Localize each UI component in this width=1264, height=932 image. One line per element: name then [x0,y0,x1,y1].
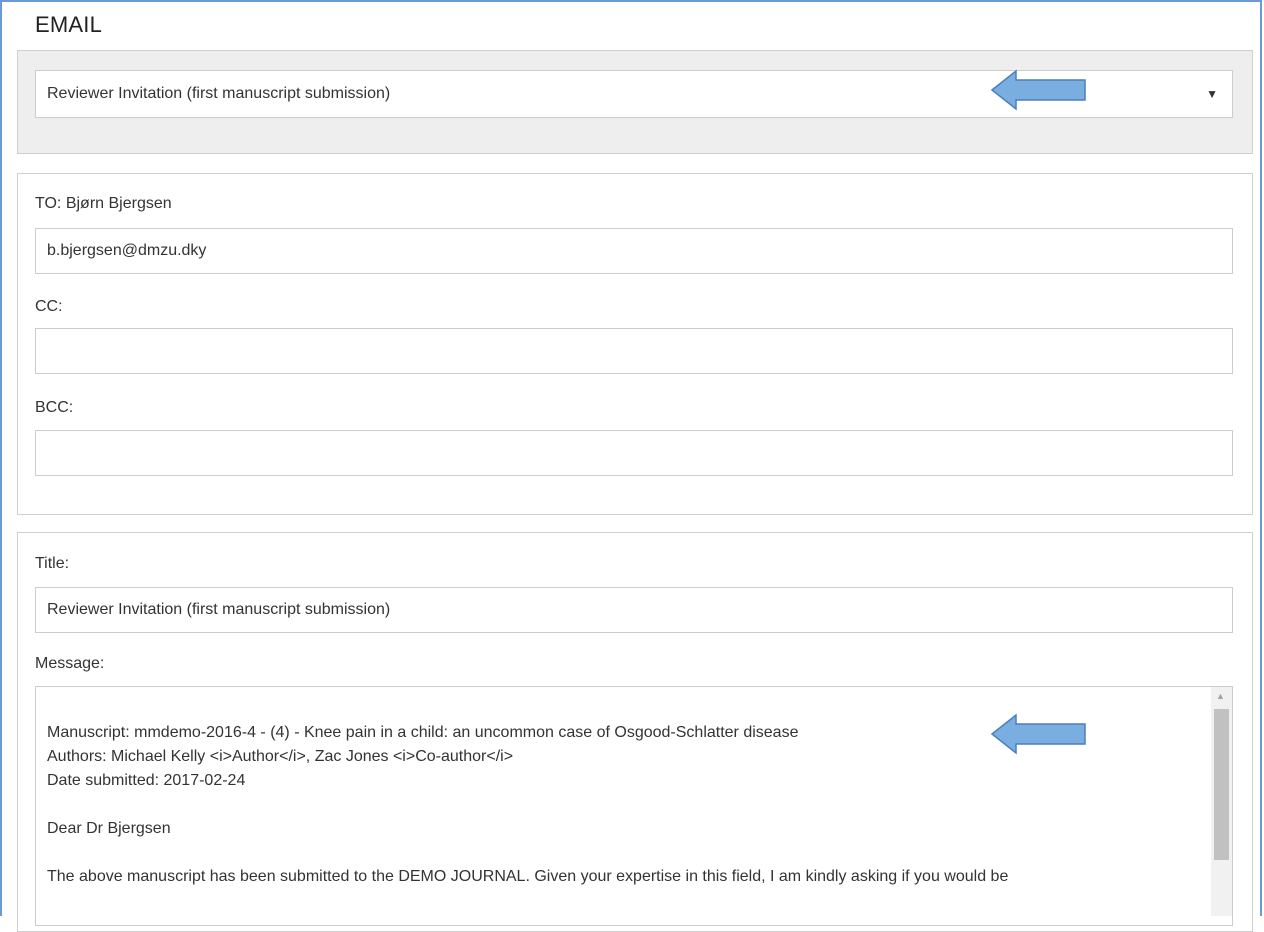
message-scrollbar[interactable]: ▲ [1211,687,1232,916]
to-label: TO: Bjørn Bjergsen [35,195,172,212]
to-email-field[interactable]: b.bjergsen@dmzu.dky [35,228,1233,274]
title-label: Title: [35,555,70,572]
email-template-select-value: Reviewer Invitation (first manuscript su… [47,85,391,102]
message-line: The above manuscript has been submitted … [47,868,1009,885]
message-line: Dear Dr Bjergsen [47,820,171,837]
left-arrow-icon [990,69,1086,111]
message-line: Date submitted: 2017-02-24 [47,772,246,789]
scroll-up-arrow-icon[interactable]: ▲ [1216,691,1225,701]
left-arrow-icon [990,713,1086,755]
cc-label: CC: [35,298,63,315]
message-label: Message: [35,655,105,672]
title-field[interactable]: Reviewer Invitation (first manuscript su… [35,587,1233,633]
bcc-label: BCC: [35,399,74,416]
scrollbar-thumb[interactable] [1214,709,1229,860]
caret-down-icon[interactable]: ▼ [1206,71,1218,117]
cc-field[interactable] [35,328,1233,374]
section-title: EMAIL [35,12,103,37]
bcc-field[interactable] [35,430,1233,476]
